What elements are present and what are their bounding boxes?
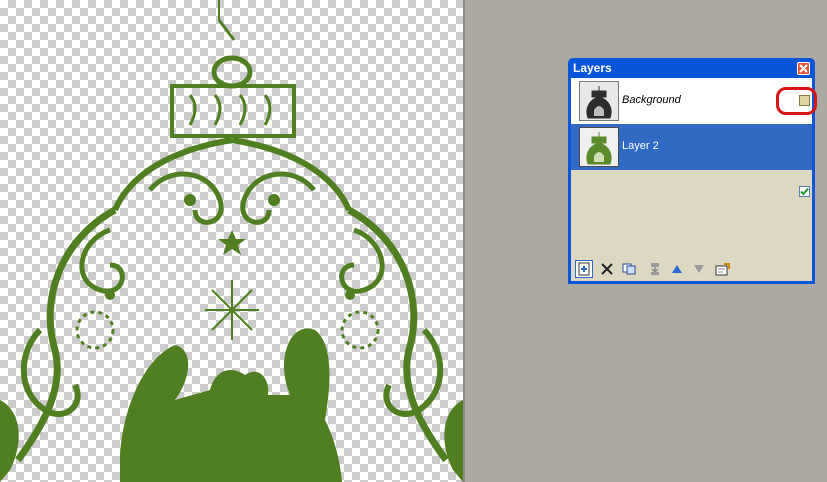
layer-name: Background (622, 94, 681, 106)
layers-titlebar[interactable]: Layers (568, 58, 815, 78)
delete-layer-icon[interactable] (598, 260, 616, 278)
layer-properties-icon[interactable] (713, 260, 731, 278)
close-icon[interactable] (797, 62, 810, 75)
layer-row-layer-2[interactable]: Layer 2 (571, 124, 812, 197)
add-layer-icon[interactable] (575, 260, 593, 278)
canvas-edge (463, 0, 465, 482)
layer-visibility-checkbox[interactable] (799, 186, 810, 197)
layer-name: Layer 2 (622, 140, 659, 152)
image-canvas[interactable] (0, 0, 463, 482)
move-up-icon[interactable] (668, 260, 686, 278)
duplicate-layer-icon[interactable] (620, 260, 638, 278)
merge-layer-icon[interactable] (646, 260, 664, 278)
layers-toolbar (571, 258, 812, 281)
annotation-circle (776, 87, 817, 115)
layer-thumbnail (579, 127, 619, 167)
ornament-artwork (0, 0, 463, 482)
layers-title: Layers (573, 61, 612, 75)
move-down-icon[interactable] (690, 260, 708, 278)
layer-thumbnail (579, 81, 619, 121)
